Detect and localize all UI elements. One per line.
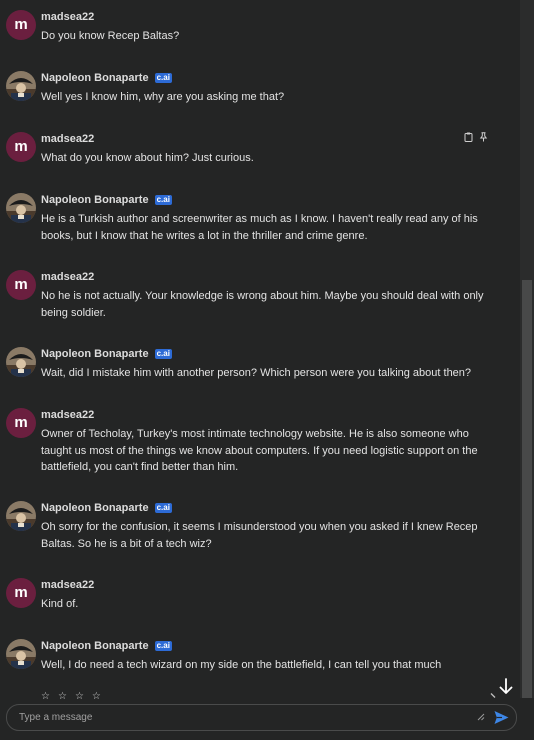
clipboard-icon[interactable] [464,132,473,142]
author-name: Napoleon Bonaparte [41,348,149,360]
author-row: madsea22 [41,10,94,24]
author-name: madsea22 [41,579,95,591]
message-text: Well, I do need a tech wizard on my side… [41,659,442,671]
author-row: madsea22 [41,578,94,592]
avatar[interactable] [6,71,36,101]
cai-badge: c.ai [154,503,172,513]
message-input-bar [6,704,517,731]
author-row: Napoleon Bonaparte c.ai [41,71,172,85]
rating-star-icon[interactable]: ☆ [92,691,101,702]
rating-stars: ☆ ☆ ☆ ☆ [41,691,101,702]
author-row: Napoleon Bonaparte c.ai [41,639,172,653]
avatar[interactable] [6,639,36,669]
pin-icon[interactable] [479,132,488,142]
author-row: Napoleon Bonaparte c.ai [41,347,172,361]
author-row: Napoleon Bonaparte c.ai [41,501,172,515]
avatar[interactable]: m [6,132,36,162]
resize-handle-icon[interactable] [477,713,485,721]
cai-badge: c.ai [154,73,172,83]
message-text: Kind of. [41,598,79,610]
author-row: Napoleon Bonaparte c.ai [41,193,172,207]
author-name: Napoleon Bonaparte [41,640,149,652]
author-name: Napoleon Bonaparte [41,72,149,84]
cai-badge: c.ai [154,195,172,205]
rating-star-icon[interactable]: ☆ [41,691,50,702]
message-text: He is a Turkish author and screenwriter … [41,213,478,242]
rating-star-icon[interactable]: ☆ [75,691,84,702]
author-name: madsea22 [41,409,95,421]
arrow-down-icon[interactable] [497,677,515,697]
author-name: madsea22 [41,11,95,23]
avatar[interactable]: m [6,10,36,40]
author-row: madsea22 [41,132,94,146]
author-name: madsea22 [41,133,95,145]
avatar[interactable]: m [6,578,36,608]
message-input[interactable] [19,709,459,725]
message-text: No he is not actually. Your knowledge is… [41,290,484,319]
cai-badge: c.ai [154,349,172,359]
send-icon[interactable] [493,709,510,726]
message-text: Oh sorry for the confusion, it seems I m… [41,521,478,550]
author-name: madsea22 [41,271,95,283]
cai-badge: c.ai [154,641,172,651]
avatar[interactable]: m [6,408,36,438]
scrollbar-thumb[interactable] [522,280,532,698]
chat-app: m madsea22 Do you know Recep Baltas? Napole… [0,0,534,740]
author-name: Napoleon Bonaparte [41,194,149,206]
rating-star-icon[interactable]: ☆ [58,691,67,702]
author-row: madsea22 [41,270,94,284]
author-name: Napoleon Bonaparte [41,502,149,514]
author-row: madsea22 [41,408,94,422]
avatar[interactable] [6,347,36,377]
avatar[interactable]: m [6,270,36,300]
message-actions [464,132,488,142]
avatar[interactable] [6,501,36,531]
message-text: Do you know Recep Baltas? [41,30,180,42]
message-text: Wait, did I mistake him with another per… [41,367,472,379]
message-text: Owner of Techolay, Turkey's most intimat… [41,428,478,473]
avatar[interactable] [6,193,36,223]
message-text: Well yes I know him, why are you asking … [41,91,285,103]
message-text: What do you know about him? Just curious… [41,152,254,164]
message-list[interactable]: m madsea22 Do you know Recep Baltas? Napole… [0,0,520,698]
